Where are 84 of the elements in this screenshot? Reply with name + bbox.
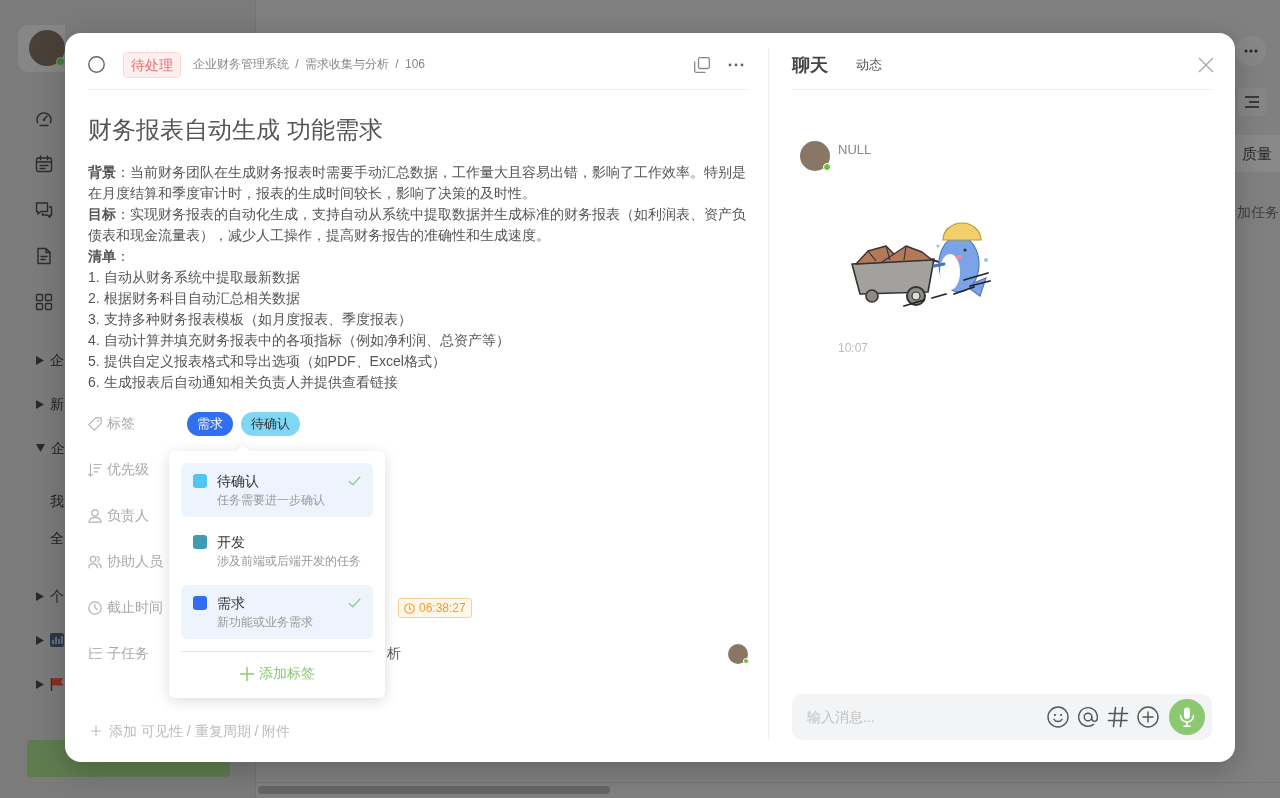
microphone-icon xyxy=(1179,707,1195,727)
countdown-time: 06:38:27 xyxy=(419,600,466,617)
description-text: 5. 提供自定义报表格式和导出选项（如PDF、Excel格式） xyxy=(88,352,447,371)
message-time: 10:07 xyxy=(838,340,870,356)
field-label: 负责人 xyxy=(107,507,149,525)
list-icon xyxy=(1245,96,1259,108)
sidebar-item[interactable]: 企 xyxy=(50,350,64,370)
tag-option-description: 任务需要进一步确认 xyxy=(217,492,326,509)
chat-tab[interactable]: 动态 xyxy=(856,52,882,77)
tag-option[interactable]: 开发 涉及前端或后端开发的任务 xyxy=(181,524,373,578)
clock-icon xyxy=(88,601,102,615)
calendar-icon[interactable] xyxy=(35,155,53,173)
subtask-name[interactable]: 析 xyxy=(387,645,401,663)
clock-icon xyxy=(404,602,415,614)
at-sign-icon[interactable] xyxy=(1077,706,1099,728)
window-icon[interactable] xyxy=(694,56,710,73)
caret-icon[interactable] xyxy=(36,399,44,409)
board-column-header: 质量 xyxy=(1235,135,1280,172)
flag-icon[interactable] xyxy=(50,677,64,691)
more-button[interactable] xyxy=(1236,36,1266,66)
description-text: 1. 自动从财务系统中提取最新数据 xyxy=(88,268,301,287)
sort-icon xyxy=(88,463,102,477)
tag-option-name: 开发 xyxy=(217,533,246,552)
tag-option-description: 涉及前端或后端开发的任务 xyxy=(217,553,361,570)
more-icon[interactable] xyxy=(728,62,744,67)
close-icon[interactable] xyxy=(1198,56,1214,73)
field-label: 协助人员 xyxy=(107,553,163,571)
add-task-link[interactable]: 加任务 xyxy=(1235,195,1279,230)
plus-circle-icon[interactable] xyxy=(1137,706,1159,728)
description-text: 4. 自动计算并填充财务报表中的各项指标（例如净利润、总资产等） xyxy=(88,331,511,350)
user-avatar[interactable] xyxy=(29,30,65,66)
scrollbar-thumb[interactable] xyxy=(258,786,610,794)
field-label: 截止时间 xyxy=(107,599,163,617)
caret-icon[interactable] xyxy=(36,591,44,601)
subtask-icon xyxy=(88,647,102,661)
caret-icon[interactable] xyxy=(36,635,44,645)
gauge-icon[interactable] xyxy=(35,109,53,127)
add-tag-button[interactable]: 添加标签 xyxy=(181,652,373,696)
tag-option-name: 待确认 xyxy=(217,472,260,491)
description-text: 背景：当前财务团队在生成财务报表时需要手动汇总数据，工作量大且容易出错，影响了工作效率。特别是在月度结算和季度审计时，报表的生成时间较长，影响了决策的及时性。 xyxy=(88,163,747,203)
smiley-icon[interactable] xyxy=(1047,706,1069,728)
complete-checkbox[interactable] xyxy=(88,56,105,73)
tag-option-description: 新功能或业务需求 xyxy=(217,614,314,631)
tag-chip[interactable]: 需求 xyxy=(187,412,233,436)
description-text: 3. 支持多种财务报表模板（如月度报表、季度报表） xyxy=(88,310,413,329)
voice-button[interactable] xyxy=(1169,699,1205,735)
caret-icon[interactable] xyxy=(36,679,44,689)
list-button[interactable] xyxy=(1238,88,1266,116)
field-label: 标签 xyxy=(107,415,135,433)
more-icon xyxy=(1244,49,1258,53)
sidebar-item[interactable]: 全 xyxy=(50,527,64,548)
sidebar-item[interactable]: 我 xyxy=(50,490,64,511)
tag-option[interactable]: 待确认 任务需要进一步确认 xyxy=(181,463,373,517)
hash-icon[interactable] xyxy=(1107,706,1129,728)
field-label: 优先级 xyxy=(107,461,149,479)
plus-icon xyxy=(239,667,254,681)
tag-option-name: 需求 xyxy=(217,594,246,613)
user-icon xyxy=(88,509,102,523)
sidebar-item[interactable]: 企 xyxy=(51,438,65,458)
description-text: 6. 生成报表后自动通知相关负责人并提供查看链接 xyxy=(88,373,399,392)
check-icon xyxy=(348,598,361,608)
add-fields-link[interactable]: 添加 可见性 / 重复周期 / 附件 xyxy=(109,721,291,741)
caret-icon[interactable] xyxy=(36,355,44,365)
grid-icon[interactable] xyxy=(35,293,53,311)
breadcrumb[interactable]: 企业财务管理系统 / 需求收集与分析 / 106 xyxy=(193,56,426,73)
sidebar-item[interactable]: 新 xyxy=(50,394,64,414)
caret-icon[interactable] xyxy=(36,444,45,452)
status-tag[interactable]: 待处理 xyxy=(123,51,181,78)
chat-bubbles-icon[interactable] xyxy=(35,201,53,219)
task-title: 财务报表自动生成 功能需求 xyxy=(88,115,384,145)
check-icon xyxy=(348,476,361,486)
tag-icon xyxy=(88,417,102,431)
field-label: 子任务 xyxy=(107,645,149,663)
sidebar-item[interactable]: 个 xyxy=(50,586,64,606)
document-icon[interactable] xyxy=(35,247,53,265)
description-text: 2. 根据财务科目自动汇总相关数据 xyxy=(88,289,301,308)
description-text: 目标：实现财务报表的自动化生成，支持自动从系统中提取数据并生成标准的财务报表（如利润表、资产负债表和现金流量表），减少人工操作，提高财务报告的准确性和生成速度。 xyxy=(88,205,747,245)
chat-tab[interactable]: 聊天 xyxy=(792,52,828,77)
tag-chip[interactable]: 待确认 xyxy=(241,412,300,436)
bar-chart-icon[interactable] xyxy=(50,633,64,647)
author-name: NULL xyxy=(838,141,873,159)
description-text: 清单： xyxy=(88,247,131,266)
users-icon xyxy=(88,555,102,569)
tag-option[interactable]: 需求 新功能或业务需求 xyxy=(181,585,373,639)
